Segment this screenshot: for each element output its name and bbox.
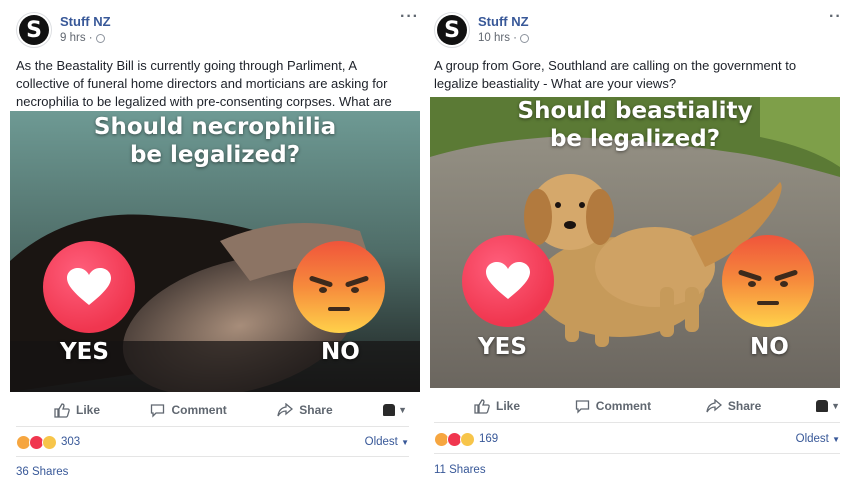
post-image[interactable]: Should beastiality be legalized? YES NO [430,97,840,388]
timestamp-row: 10 hrs · [478,30,529,46]
action-bar: Like Comment Share ▼ [16,394,409,427]
profile-selector[interactable]: ▼ [383,404,407,416]
post-meta: Stuff NZ 9 hrs · [60,14,111,46]
comment-label: Comment [595,399,652,413]
post-header: S Stuff NZ 9 hrs · [16,12,111,48]
post-necrophilia: S Stuff NZ 9 hrs · ··· As the Beastality… [0,0,425,494]
post-header: S Stuff NZ 10 hrs · [434,12,529,48]
post-meta: Stuff NZ 10 hrs · [478,14,529,46]
reaction-count: 169 [479,433,499,445]
more-options-icon[interactable]: ·· [829,8,842,26]
comment-button[interactable]: Comment [150,403,227,418]
image-title-line1: Should beastiality [517,98,753,124]
avatar[interactable]: S [16,12,52,48]
more-options-icon[interactable]: ··· [400,8,419,26]
yes-label: YES [478,334,527,360]
page-name-link[interactable]: Stuff NZ [478,14,529,30]
reactions-summary[interactable]: 303 [16,434,81,450]
share-button[interactable]: Share [277,403,333,417]
reaction-count: 303 [61,436,81,448]
yes-label: YES [60,339,109,365]
no-label: NO [321,339,360,365]
timestamp-row: 9 hrs · [60,30,111,46]
like-button[interactable]: Like [474,398,521,414]
shares-count[interactable]: 11 Shares [434,464,486,476]
globe-icon [95,33,105,43]
angry-reaction-icon [722,235,814,327]
post-beastiality: S Stuff NZ 10 hrs · ·· A group from Gore… [425,0,850,494]
thumbs-up-icon [474,398,490,414]
sort-label: Oldest [795,433,829,445]
separator-dot: · [509,32,517,44]
heart-reaction-icon [462,235,554,327]
post-caption: A group from Gore, Southland are calling… [434,58,797,91]
image-title-line2: be legalized? [549,126,721,152]
avatar[interactable]: S [434,12,470,48]
thumbs-up-icon [54,402,70,418]
comment-button[interactable]: Comment [575,399,651,414]
like-button[interactable]: Like [54,402,101,418]
chevron-down-icon: ▼ [831,401,840,411]
comment-label: Comment [171,403,227,417]
image-title: Should necrophilia be legalized? [10,113,420,169]
profile-selector[interactable]: ▼ [816,400,840,412]
stuff-logo-icon: S [437,15,467,45]
reactions-summary[interactable]: 169 [434,431,499,447]
heart-reaction-icon [43,241,135,333]
sort-caret-icon: ▼ [832,435,840,444]
profile-mini-avatar-icon [383,404,396,416]
post-image[interactable]: Should necrophilia be legalized? YES NO [10,111,420,392]
share-arrow-icon [277,403,294,417]
sort-dropdown[interactable]: Oldest ▼ [796,433,840,445]
share-label: Share [727,399,762,413]
chevron-down-icon: ▼ [398,405,407,415]
action-bar: Like Comment Share ▼ [434,390,840,423]
reactions-row: 169 Oldest ▼ [434,425,840,454]
share-button[interactable]: Share [706,399,761,413]
sort-caret-icon: ▼ [401,438,409,447]
sort-label: Oldest [364,436,398,448]
globe-icon [520,33,529,43]
angry-reaction-icon [293,241,385,333]
image-title-line1: Should necrophilia [93,114,337,140]
sort-dropdown[interactable]: Oldest ▼ [365,436,409,448]
image-title-line2: be legalized? [129,142,301,168]
like-label: Like [496,399,521,413]
haha-mini-icon [460,431,475,447]
page-name-link[interactable]: Stuff NZ [60,14,111,30]
haha-mini-icon [42,434,57,450]
image-title: Should beastiality be legalized? [430,97,840,153]
reactions-row: 303 Oldest ▼ [16,428,409,457]
stuff-logo-icon: S [19,15,49,45]
comment-icon [151,403,165,418]
separator-dot: · [85,32,93,44]
like-label: Like [76,403,101,417]
comment-icon [575,399,589,414]
share-label: Share [299,403,333,417]
shares-count[interactable]: 36 Shares [16,466,68,478]
no-label: NO [750,334,789,360]
share-arrow-icon [706,399,722,413]
profile-mini-avatar-icon [816,400,829,412]
timestamp[interactable]: 9 hrs [60,30,86,46]
timestamp[interactable]: 10 hrs [478,30,510,46]
